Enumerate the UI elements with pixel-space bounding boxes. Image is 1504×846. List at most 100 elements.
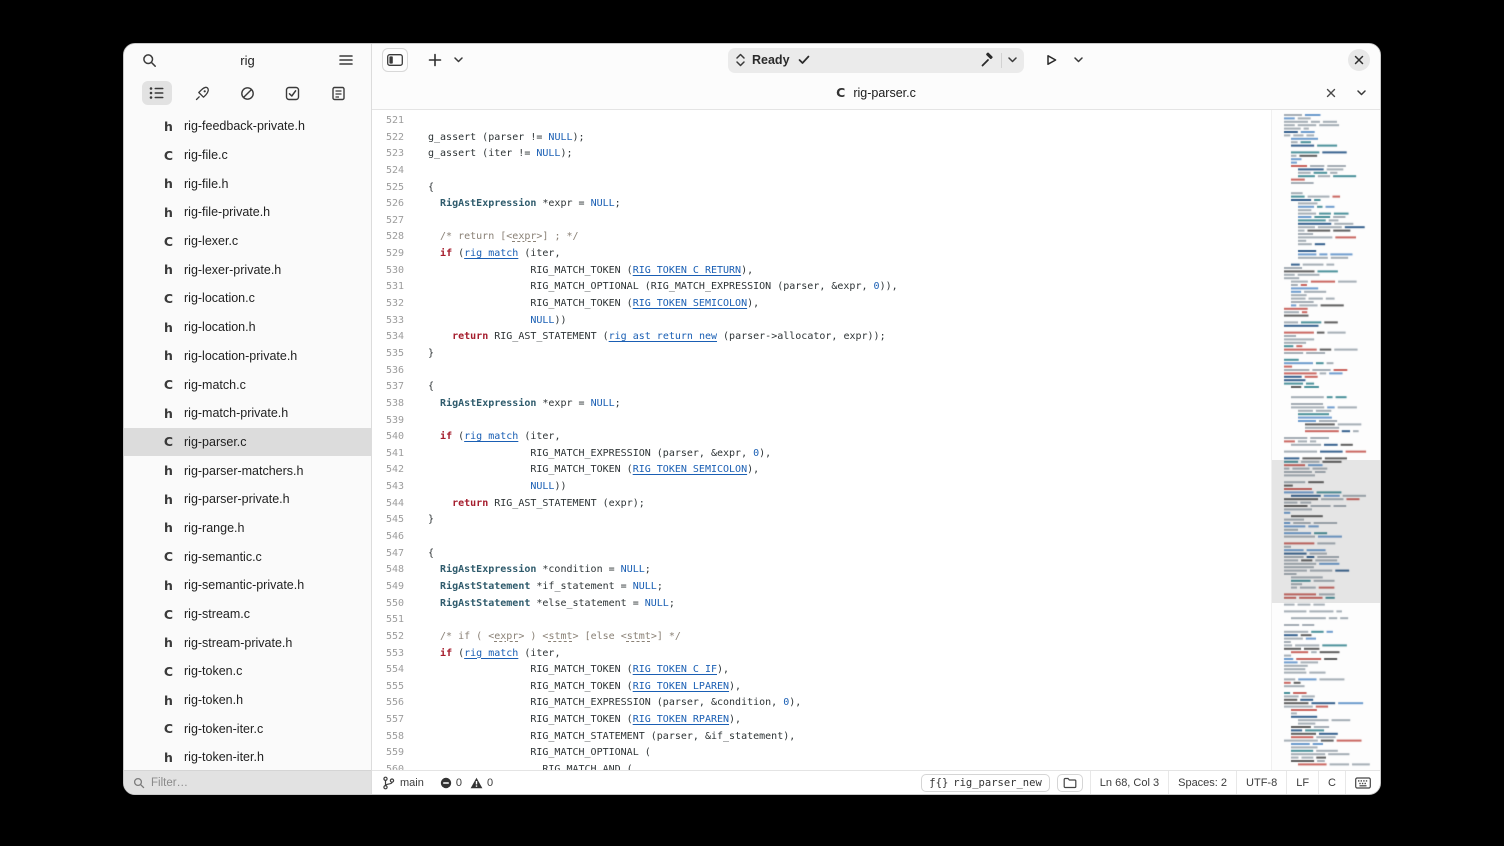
code-line[interactable]: 560 RIG_MATCH_AND ( [372, 762, 1271, 770]
file-row[interactable]: hrig-feedback-private.h [124, 112, 371, 141]
symbol-link[interactable]: RIG_TOKEN_LPAREN [633, 681, 729, 692]
line-number[interactable]: 546 [372, 529, 404, 546]
branch-indicator[interactable]: main [382, 776, 424, 790]
sidebar-tab-diagnostics[interactable] [232, 81, 262, 105]
symbol-link[interactable]: RIG_TOKEN_C_RETURN [633, 265, 741, 276]
code-line[interactable]: 530 RIG_MATCH_TOKEN (RIG_TOKEN_C_RETURN)… [372, 263, 1271, 280]
line-number[interactable]: 533 [372, 313, 404, 330]
symbol-link[interactable]: RIG_TOKEN_SEMICOLON [633, 464, 747, 475]
line-number[interactable]: 540 [372, 429, 404, 446]
code-line[interactable]: 529 if (rig_match (iter, [372, 246, 1271, 263]
line-number[interactable]: 539 [372, 413, 404, 430]
current-symbol-chip[interactable]: ƒ{} rig_parser_new [921, 774, 1049, 792]
code-line[interactable]: 526 RigAstExpression *expr = NULL; [372, 196, 1271, 213]
file-row[interactable]: hrig-lexer-private.h [124, 255, 371, 284]
hamburger-menu-icon[interactable] [333, 48, 359, 72]
line-number[interactable]: 548 [372, 562, 404, 579]
symbol-link[interactable]: rig_ast_return_new [609, 331, 717, 342]
file-row[interactable]: Crig-token-iter.c [124, 714, 371, 743]
panel-toggle-button[interactable] [382, 48, 408, 72]
file-row[interactable]: hrig-file-private.h [124, 198, 371, 227]
file-row[interactable]: hrig-location-private.h [124, 342, 371, 371]
code-line[interactable]: 531 RIG_MATCH_OPTIONAL (RIG_MATCH_EXPRES… [372, 279, 1271, 296]
code-line[interactable]: 558 RIG_MATCH_STATEMENT (parser, &if_sta… [372, 729, 1271, 746]
active-tab[interactable]: C rig-parser.c [836, 85, 916, 100]
file-row[interactable]: hrig-location.h [124, 313, 371, 342]
line-number[interactable]: 550 [372, 596, 404, 613]
open-folder-chip[interactable] [1057, 774, 1083, 792]
file-row[interactable]: Crig-location.c [124, 284, 371, 313]
play-icon[interactable] [1038, 48, 1064, 72]
window-close-button[interactable] [1348, 49, 1370, 71]
code-line[interactable]: 535} [372, 346, 1271, 363]
line-number[interactable]: 549 [372, 579, 404, 596]
code-line[interactable]: 551 [372, 612, 1271, 629]
line-number[interactable]: 541 [372, 446, 404, 463]
file-row[interactable]: Crig-lexer.c [124, 227, 371, 256]
line-number[interactable]: 521 [372, 113, 404, 130]
symbol-link[interactable]: rig_match [464, 431, 518, 442]
indentation-setting[interactable]: Spaces: 2 [1168, 771, 1236, 794]
line-number[interactable]: 529 [372, 246, 404, 263]
symbol-link[interactable]: RIG_TOKEN_RPAREN [633, 714, 729, 725]
code-line[interactable]: 555 RIG_MATCH_TOKEN (RIG_TOKEN_LPAREN), [372, 679, 1271, 696]
run-options-chevron-icon[interactable] [1070, 48, 1086, 72]
code-line[interactable]: 544 return RIG_AST_STATEMENT (expr); [372, 496, 1271, 513]
code-line[interactable]: 542 RIG_MATCH_TOKEN (RIG_TOKEN_SEMICOLON… [372, 462, 1271, 479]
tab-close-icon[interactable] [1322, 81, 1340, 105]
code-line[interactable]: 539 [372, 413, 1271, 430]
code-line[interactable]: 525{ [372, 180, 1271, 197]
line-number[interactable]: 551 [372, 612, 404, 629]
code-line[interactable]: 549 RigAstStatement *if_statement = NULL… [372, 579, 1271, 596]
build-options-chevron-icon[interactable] [1008, 57, 1017, 63]
line-number[interactable]: 522 [372, 130, 404, 147]
code-line[interactable]: 552 /* if ( <expr> ) <stmt> [else <stmt>… [372, 629, 1271, 646]
code-line[interactable]: 533 NULL)) [372, 313, 1271, 330]
line-number[interactable]: 554 [372, 662, 404, 679]
sidebar-tab-build-pipeline[interactable] [187, 81, 217, 105]
cursor-position[interactable]: Ln 68, Col 3 [1090, 771, 1168, 794]
line-number[interactable]: 530 [372, 263, 404, 280]
line-number[interactable]: 523 [372, 146, 404, 163]
line-number[interactable]: 553 [372, 646, 404, 663]
code-line[interactable]: 534 return RIG_AST_STATEMENT (rig_ast_re… [372, 329, 1271, 346]
file-row[interactable]: hrig-token.h [124, 686, 371, 715]
line-number[interactable]: 555 [372, 679, 404, 696]
line-number[interactable]: 524 [372, 163, 404, 180]
code-line[interactable]: 522g_assert (parser != NULL); [372, 130, 1271, 147]
code-line[interactable]: 541 RIG_MATCH_EXPRESSION (parser, &expr,… [372, 446, 1271, 463]
code-line[interactable]: 524 [372, 163, 1271, 180]
line-number[interactable]: 558 [372, 729, 404, 746]
file-row[interactable]: Crig-file.c [124, 141, 371, 170]
code-line[interactable]: 557 RIG_MATCH_TOKEN (RIG_TOKEN_RPAREN), [372, 712, 1271, 729]
code-line[interactable]: 543 NULL)) [372, 479, 1271, 496]
line-number[interactable]: 527 [372, 213, 404, 230]
line-number[interactable]: 544 [372, 496, 404, 513]
line-number[interactable]: 543 [372, 479, 404, 496]
file-row[interactable]: hrig-stream-private.h [124, 628, 371, 657]
keyboard-indicator[interactable] [1345, 771, 1380, 794]
file-row[interactable]: Crig-semantic.c [124, 542, 371, 571]
code-line[interactable]: 538 RigAstExpression *expr = NULL; [372, 396, 1271, 413]
code-lines[interactable]: 521522g_assert (parser != NULL);523g_ass… [372, 110, 1271, 770]
code-line[interactable]: 528 /* return [<expr>] ; */ [372, 229, 1271, 246]
project-search-query[interactable]: rig [162, 53, 333, 68]
symbol-link[interactable]: rig_match [464, 248, 518, 259]
code-line[interactable]: 546 [372, 529, 1271, 546]
minimap-viewport[interactable] [1272, 460, 1380, 603]
line-number[interactable]: 557 [372, 712, 404, 729]
code-line[interactable]: 554 RIG_MATCH_TOKEN (RIG_TOKEN_C_IF), [372, 662, 1271, 679]
code-line[interactable]: 537{ [372, 379, 1271, 396]
code-line[interactable]: 527 [372, 213, 1271, 230]
build-hammer-icon[interactable] [979, 52, 995, 68]
omnibar[interactable]: Ready [728, 48, 1024, 73]
file-row[interactable]: hrig-match-private.h [124, 399, 371, 428]
line-number[interactable]: 528 [372, 229, 404, 246]
line-number[interactable]: 525 [372, 180, 404, 197]
file-row[interactable]: hrig-parser-matchers.h [124, 456, 371, 485]
line-number[interactable]: 542 [372, 462, 404, 479]
line-number[interactable]: 556 [372, 695, 404, 712]
tab-list-chevron-icon[interactable] [1352, 81, 1370, 105]
file-row[interactable]: hrig-file.h [124, 169, 371, 198]
file-row[interactable]: Crig-parser.c [124, 428, 371, 457]
